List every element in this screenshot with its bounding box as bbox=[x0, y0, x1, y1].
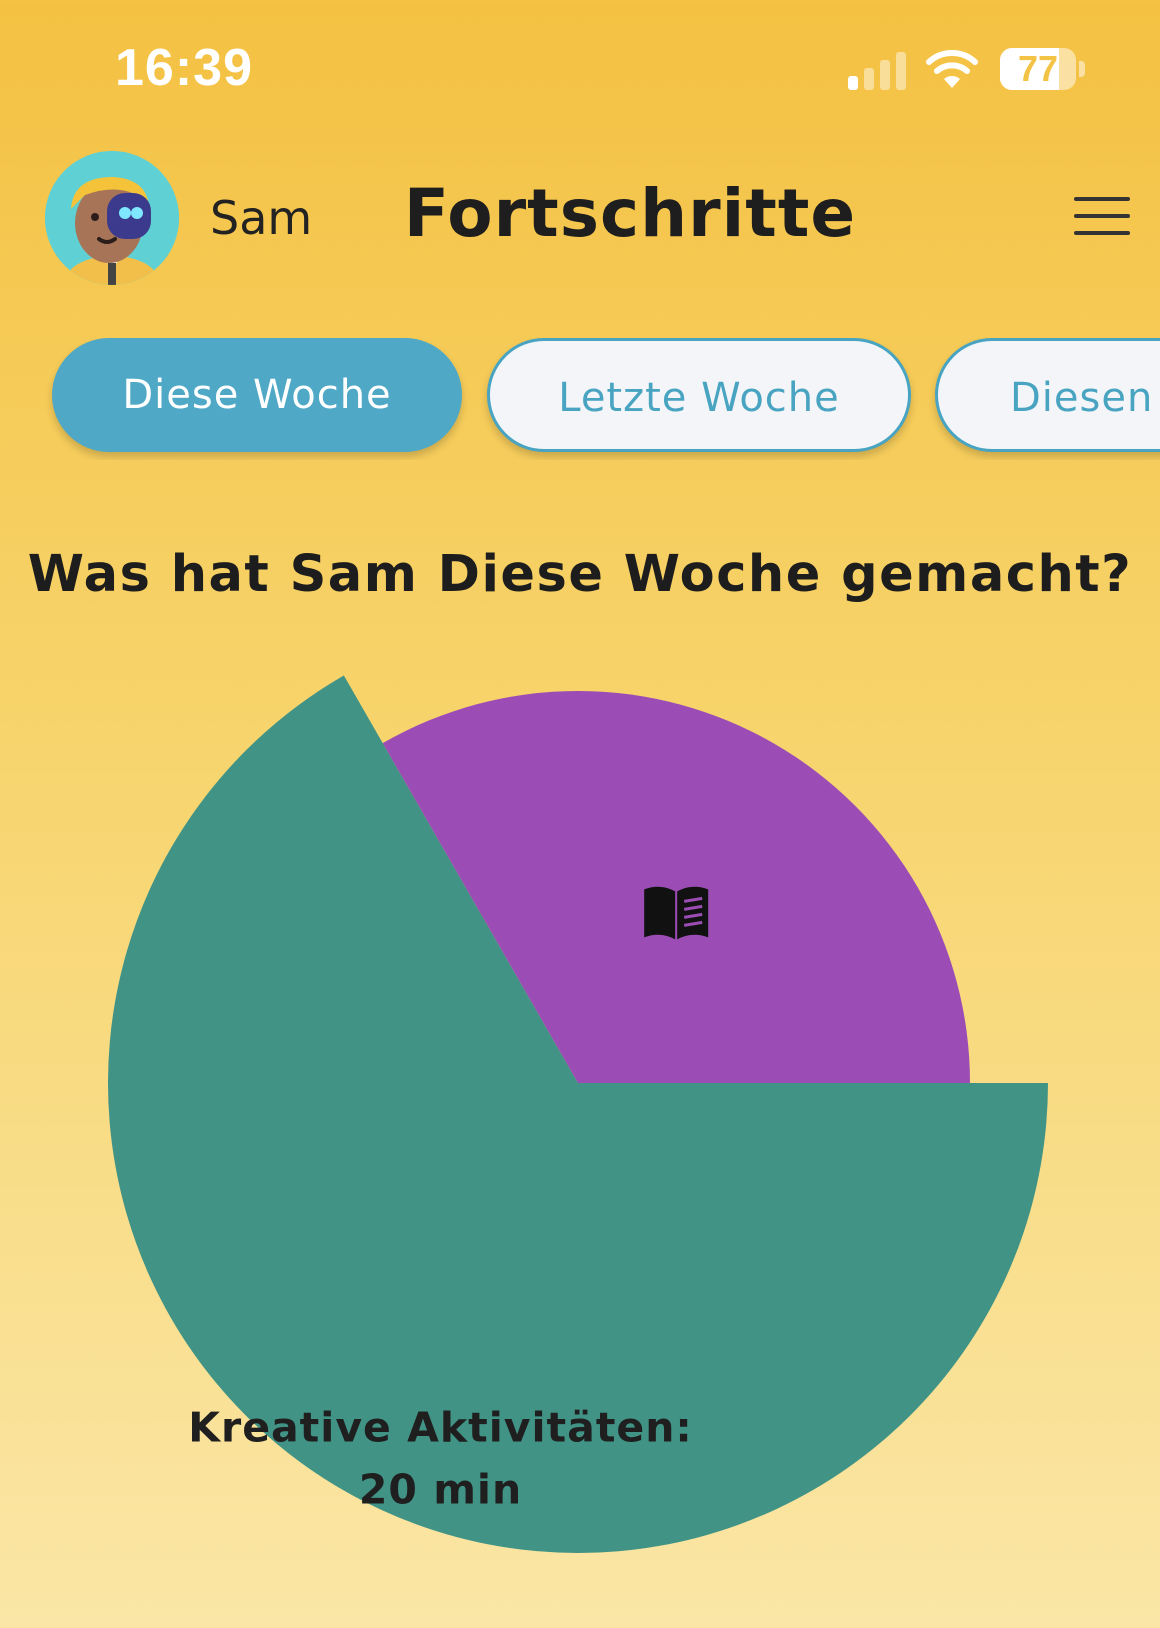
battery-level: 77 bbox=[1017, 48, 1059, 89]
tab-last-week[interactable]: Letzte Woche bbox=[487, 338, 911, 452]
wifi-icon bbox=[926, 50, 978, 88]
cellular-signal-icon bbox=[848, 50, 906, 90]
tab-this-week[interactable]: Diese Woche bbox=[52, 338, 462, 452]
pie-slice-label: Kreative Aktivitäten: bbox=[188, 1404, 693, 1452]
status-bar: 16:39 77 bbox=[0, 0, 1160, 140]
app-header: Sam Fortschritte bbox=[0, 145, 1160, 285]
tab-this-month[interactable]: Diesen bbox=[935, 338, 1160, 452]
pie-slice-value: 20 min bbox=[359, 1466, 522, 1514]
page-title: Fortschritte bbox=[403, 175, 857, 252]
battery-tip bbox=[1079, 61, 1085, 77]
question-heading: Was hat Sam Diese Woche gemacht? bbox=[27, 545, 1133, 604]
battery-icon: 77 bbox=[1000, 48, 1076, 90]
status-time: 16:39 bbox=[115, 39, 253, 97]
activity-pie-chart: Kreative Aktivitäten: 20 min bbox=[107, 675, 1049, 1553]
hamburger-menu-icon[interactable] bbox=[1074, 197, 1130, 237]
period-filter-tabs: Diese Woche Letzte Woche Diesen bbox=[0, 338, 1160, 460]
